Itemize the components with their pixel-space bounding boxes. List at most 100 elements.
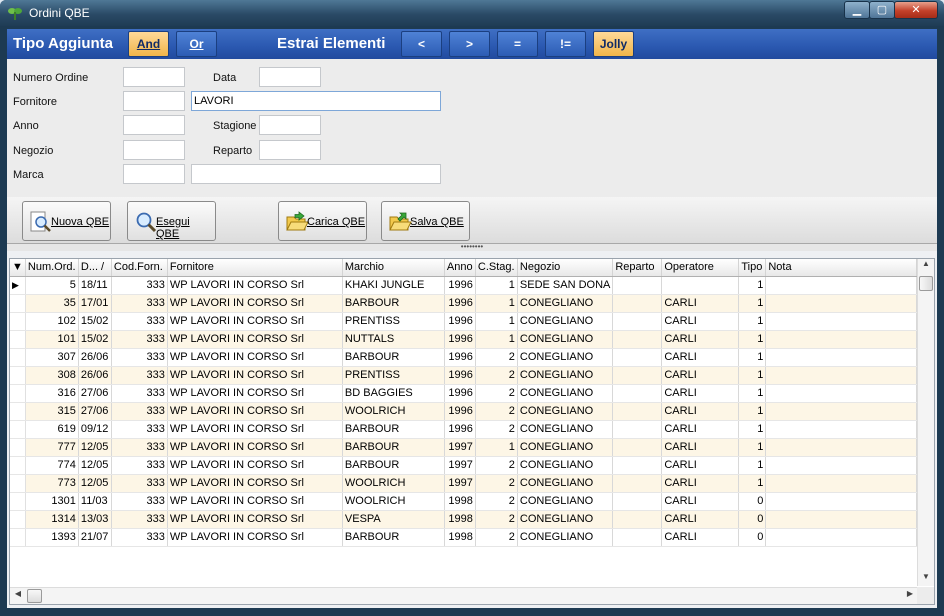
table-cell[interactable] [612, 528, 663, 547]
jolly-button[interactable]: Jolly [593, 31, 634, 57]
table-cell[interactable]: 1 [475, 438, 518, 457]
table-cell[interactable] [612, 438, 663, 457]
row-indicator[interactable] [10, 384, 26, 403]
table-cell[interactable]: 11/03 [78, 492, 112, 511]
table-cell[interactable]: WP LAVORI IN CORSO Srl [167, 474, 343, 493]
table-cell[interactable]: WP LAVORI IN CORSO Srl [167, 510, 343, 529]
column-header[interactable]: D... / [78, 259, 112, 277]
horizontal-scroll-thumb[interactable] [27, 589, 42, 603]
table-cell[interactable]: 307 [25, 348, 79, 367]
table-cell[interactable]: 27/06 [78, 384, 112, 403]
table-cell[interactable]: CARLI [661, 438, 740, 457]
table-cell[interactable]: WP LAVORI IN CORSO Srl [167, 366, 343, 385]
table-cell[interactable]: 101 [25, 330, 79, 349]
table-cell[interactable]: 12/05 [78, 438, 112, 457]
table-cell[interactable]: 333 [111, 492, 168, 511]
table-cell[interactable]: 09/12 [78, 420, 112, 439]
row-indicator[interactable] [10, 402, 26, 421]
table-cell[interactable]: BD BAGGIES [342, 384, 445, 403]
table-cell[interactable]: 333 [111, 402, 168, 421]
table-cell[interactable]: 1 [475, 330, 518, 349]
table-row[interactable]: 1393 21/07 333 WP LAVORI IN CORSO Srl BARBOU… [10, 528, 918, 547]
table-cell[interactable]: CONEGLIANO [517, 348, 614, 367]
table-cell[interactable]: CONEGLIANO [517, 402, 614, 421]
scroll-left-icon[interactable]: ◀ [11, 589, 25, 603]
table-cell[interactable]: 777 [25, 438, 79, 457]
table-cell[interactable] [765, 312, 918, 331]
minimize-button[interactable]: ▁ [844, 1, 870, 19]
table-cell[interactable]: 1996 [444, 276, 476, 295]
table-cell[interactable]: BARBOUR [342, 348, 445, 367]
table-cell[interactable] [612, 456, 663, 475]
column-header[interactable]: Fornitore [167, 259, 343, 277]
table-row[interactable]: 1301 11/03 333 WP LAVORI IN CORSO Srl WOOLRI… [10, 492, 918, 511]
table-cell[interactable]: CONEGLIANO [517, 438, 614, 457]
row-indicator[interactable] [10, 312, 26, 331]
table-row[interactable]: 1314 13/03 333 WP LAVORI IN CORSO Srl VESPA 1… [10, 510, 918, 529]
numero-ordine-input[interactable] [123, 67, 185, 87]
table-cell[interactable]: VESPA [342, 510, 445, 529]
table-cell[interactable] [612, 510, 663, 529]
table-cell[interactable]: 1301 [25, 492, 79, 511]
table-cell[interactable]: 18/11 [78, 276, 112, 295]
table-cell[interactable]: 15/02 [78, 330, 112, 349]
table-row[interactable]: 774 12/05 333 WP LAVORI IN CORSO Srl BARBOUR… [10, 456, 918, 475]
table-cell[interactable]: 2 [475, 366, 518, 385]
table-cell[interactable] [612, 312, 663, 331]
table-cell[interactable]: 1 [738, 330, 767, 349]
table-cell[interactable]: 1 [738, 420, 767, 439]
header-indicator-cell[interactable]: ▼ [10, 259, 26, 277]
table-cell[interactable] [765, 474, 918, 493]
table-cell[interactable] [612, 474, 663, 493]
column-header[interactable]: Marchio [342, 259, 445, 277]
table-cell[interactable]: CARLI [661, 420, 740, 439]
table-cell[interactable]: 21/07 [78, 528, 112, 547]
marca-code-input[interactable] [123, 164, 185, 184]
scroll-down-icon[interactable]: ▼ [918, 572, 934, 586]
table-cell[interactable] [612, 402, 663, 421]
table-cell[interactable]: 0 [738, 510, 767, 529]
table-cell[interactable]: 2 [475, 384, 518, 403]
table-cell[interactable]: 333 [111, 312, 168, 331]
table-cell[interactable]: 315 [25, 402, 79, 421]
table-cell[interactable]: WP LAVORI IN CORSO Srl [167, 402, 343, 421]
vertical-scroll-thumb[interactable] [919, 276, 933, 291]
table-cell[interactable]: 2 [475, 456, 518, 475]
table-cell[interactable]: 27/06 [78, 402, 112, 421]
column-header[interactable]: Num.Ord. [25, 259, 79, 277]
table-cell[interactable]: 333 [111, 474, 168, 493]
table-cell[interactable]: CARLI [661, 402, 740, 421]
table-row[interactable]: 315 27/06 333 WP LAVORI IN CORSO Srl WOOLRIC… [10, 402, 918, 421]
table-cell[interactable]: 1 [738, 294, 767, 313]
table-cell[interactable]: CARLI [661, 366, 740, 385]
table-cell[interactable] [612, 366, 663, 385]
table-cell[interactable]: CARLI [661, 492, 740, 511]
table-cell[interactable]: WP LAVORI IN CORSO Srl [167, 420, 343, 439]
table-cell[interactable]: 12/05 [78, 474, 112, 493]
table-cell[interactable] [612, 384, 663, 403]
table-cell[interactable]: 2 [475, 510, 518, 529]
table-cell[interactable]: CARLI [661, 330, 740, 349]
table-cell[interactable]: 333 [111, 510, 168, 529]
horizontal-scrollbar[interactable]: ◀ ▶ [10, 587, 918, 604]
table-cell[interactable]: CARLI [661, 510, 740, 529]
table-cell[interactable]: SEDE SAN DONA [517, 276, 614, 295]
table-cell[interactable]: 1996 [444, 312, 476, 331]
table-cell[interactable]: 1 [475, 294, 518, 313]
table-cell[interactable] [765, 438, 918, 457]
table-cell[interactable]: 1 [738, 276, 767, 295]
and-button[interactable]: And [128, 31, 169, 57]
row-indicator[interactable] [10, 348, 26, 367]
column-header[interactable]: Tipo [738, 259, 767, 277]
table-cell[interactable] [765, 366, 918, 385]
row-indicator[interactable]: ▶ [10, 276, 26, 295]
column-header[interactable]: Anno [444, 259, 476, 277]
or-button[interactable]: Or [176, 31, 217, 57]
table-cell[interactable]: 1998 [444, 528, 476, 547]
table-cell[interactable]: 308 [25, 366, 79, 385]
table-cell[interactable]: 1997 [444, 456, 476, 475]
table-row[interactable]: 619 09/12 333 WP LAVORI IN CORSO Srl BARBOUR… [10, 420, 918, 439]
table-cell[interactable]: PRENTISS [342, 312, 445, 331]
table-cell[interactable]: CONEGLIANO [517, 474, 614, 493]
table-cell[interactable]: 12/05 [78, 456, 112, 475]
